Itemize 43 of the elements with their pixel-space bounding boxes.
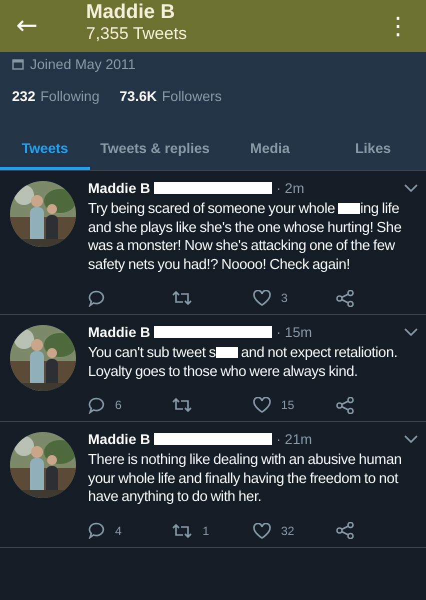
calendar-icon: [12, 58, 24, 70]
share-icon[interactable]: [336, 396, 354, 414]
heart-icon[interactable]: [253, 397, 271, 413]
profile-name-title: Maddie B: [86, 1, 176, 23]
followers-link[interactable]: Followers: [162, 88, 222, 104]
chevron-down-icon[interactable]: [404, 435, 418, 443]
like-count: 15: [281, 398, 294, 412]
reply-count: 6: [115, 398, 122, 412]
following-link[interactable]: Following: [40, 88, 100, 104]
reply-icon[interactable]: [88, 522, 105, 539]
share-icon[interactable]: [336, 522, 354, 539]
reply-count: 4: [115, 524, 122, 538]
like-count: 3: [281, 291, 288, 305]
tweet-count: 7,355 Tweets: [86, 23, 188, 45]
following-count: 232: [12, 88, 36, 104]
tweet-text: There is nothing like dealing with an abusive human your whole life and finally having the freedom to not have anything to do with her.: [88, 451, 403, 506]
reply-icon[interactable]: [88, 290, 105, 306]
back-button[interactable]: ←: [16, 11, 56, 41]
chevron-down-icon[interactable]: [404, 184, 418, 192]
tweet-time: · 21m: [276, 431, 314, 447]
like-count: 32: [281, 524, 294, 538]
heart-icon[interactable]: [253, 290, 271, 306]
author-name[interactable]: Maddie B: [88, 324, 150, 340]
share-icon[interactable]: [336, 290, 354, 306]
retweet-icon[interactable]: [170, 522, 192, 538]
retweet-icon[interactable]: [170, 397, 192, 413]
tweet-text: Try being scared of someone your whole ing life and she plays like she's the one whose hurting! She was a monster! Now she's attacking one of the few safety nets you had!? Noooo! Check again!: [88, 200, 402, 274]
tab[interactable]: Media: [220, 128, 320, 170]
join-date: Joined May 2011: [30, 56, 136, 72]
retweet-icon[interactable]: [170, 290, 192, 306]
author-name[interactable]: Maddie B: [88, 180, 150, 196]
menu-button[interactable]: ⋮: [382, 12, 414, 40]
tweet-time: · 2m: [276, 180, 306, 196]
heart-icon[interactable]: [253, 522, 271, 538]
tab[interactable]: Tweets & replies: [90, 128, 220, 170]
followers-count: 73.6K: [120, 88, 157, 104]
retweet-count: 1: [202, 524, 210, 538]
reply-icon[interactable]: [88, 396, 105, 414]
chevron-down-icon[interactable]: [404, 328, 418, 336]
tweet-text: You can't sub tweet s and not expect retaliotion. Loyalty goes to those who were always kind.: [88, 344, 398, 381]
tweet-time: · 15m: [276, 324, 314, 340]
author-name[interactable]: Maddie B: [88, 431, 150, 447]
tab[interactable]: Likes: [320, 128, 426, 170]
